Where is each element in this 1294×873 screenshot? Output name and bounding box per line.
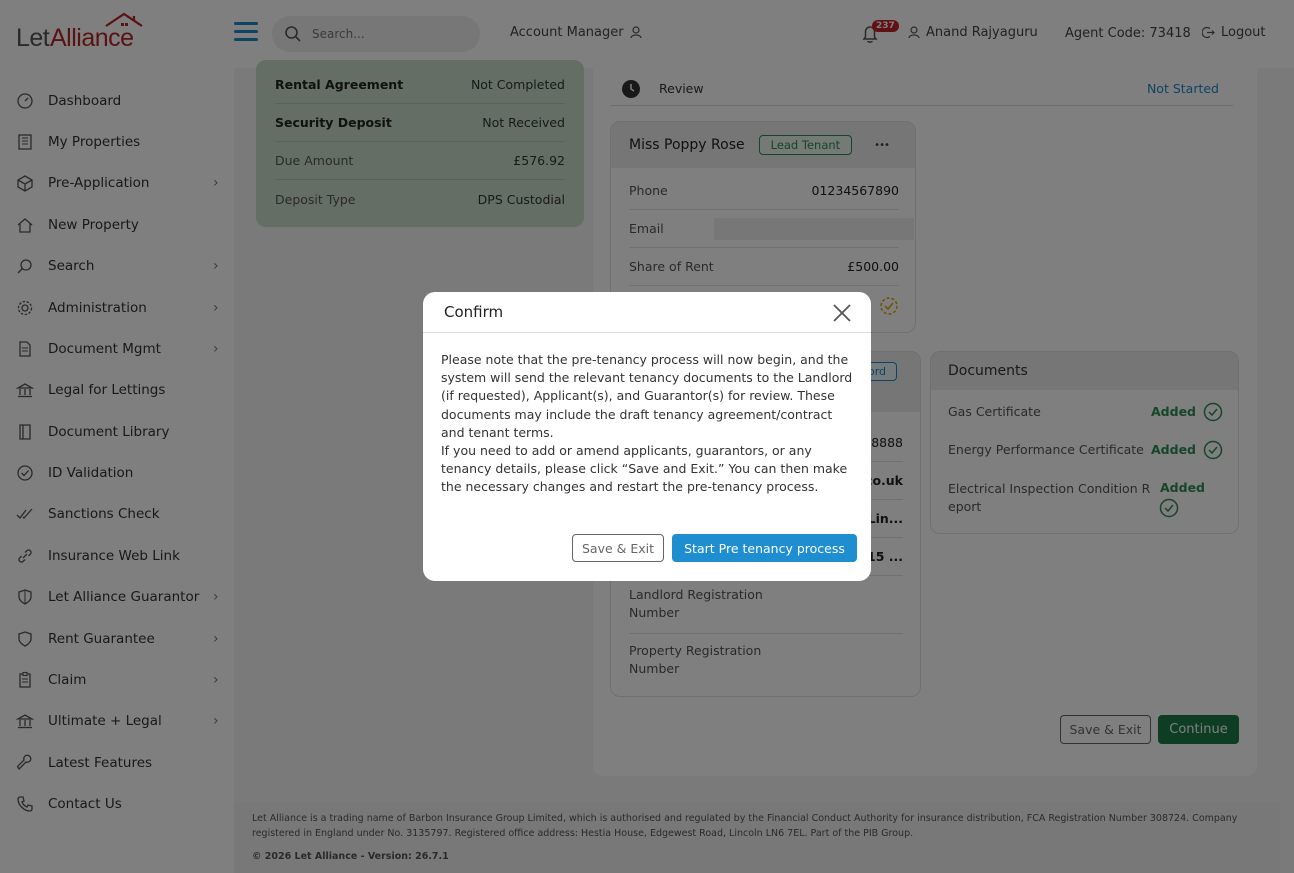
start-pre-tenancy-button[interactable]: Start Pre tenancy process [672,534,857,562]
dialog-title: Confirm [444,303,504,321]
dialog-paragraph: If you need to add or amend applicants, … [441,443,848,495]
dialog-save-exit-button[interactable]: Save & Exit [572,534,664,562]
dialog-header: Confirm [423,292,871,333]
confirm-dialog: Confirm Please note that the pre-tenancy… [423,292,871,581]
close-icon[interactable] [831,302,853,324]
dialog-body: Please note that the pre-tenancy process… [441,351,857,497]
dialog-paragraph: Please note that the pre-tenancy process… [441,352,853,440]
